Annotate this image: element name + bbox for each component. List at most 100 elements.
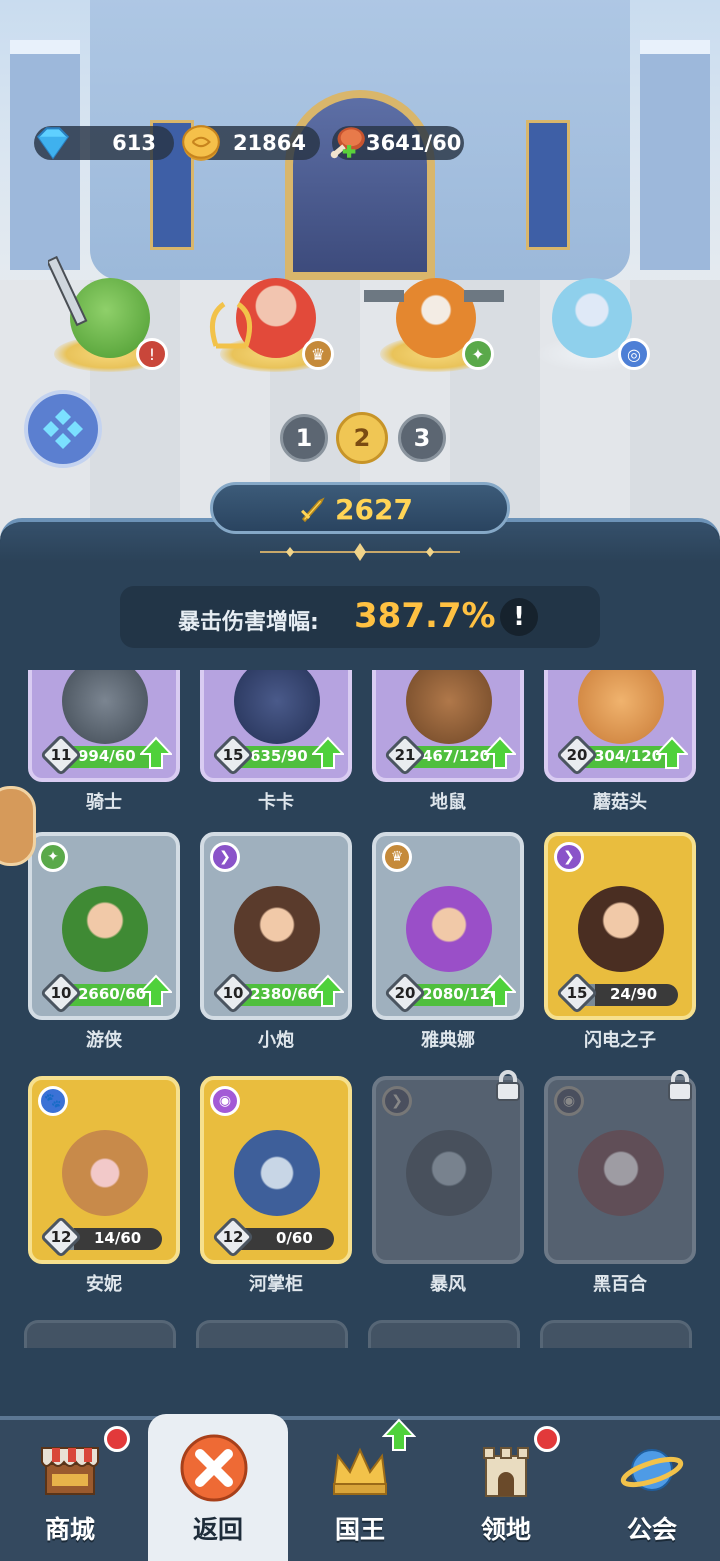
locked-hero-slot[interactable] [540, 1320, 692, 1348]
level-badge: 15 [555, 971, 599, 1015]
hero-card-lightning-son[interactable]: ❯ 24/90 15 闪电之子 [544, 832, 696, 1052]
storm-portrait [406, 1130, 492, 1216]
paw-class-icon: 🐾 [38, 1086, 68, 1116]
formation-button[interactable] [24, 390, 102, 468]
gem-amount: 613 [112, 131, 156, 155]
nav-shop-label: 商城 [44, 1515, 95, 1544]
upgrade-arrow-icon [312, 974, 344, 1007]
upgrade-arrow-icon [312, 736, 344, 769]
ranger-portrait [62, 886, 148, 972]
nav-guild-label: 公会 [626, 1515, 677, 1544]
battle-scene: 613 21864 3641/60 ! ♛ ✦ ◎ 1 2 3 [0, 0, 720, 540]
team-power-plate: 2627 [210, 482, 510, 534]
fragment-count: 635/90 [250, 747, 308, 765]
locked-hero-slot[interactable] [24, 1320, 176, 1348]
fragment-count: 467/120 [422, 747, 491, 765]
knight-portrait [62, 670, 148, 744]
hero-name: 骑士 [86, 792, 122, 813]
planet-icon [620, 1449, 684, 1491]
stamina-counter[interactable]: 3641/60 [330, 126, 464, 160]
mushroom-portrait [578, 670, 664, 744]
lineup-hero-mermaid[interactable]: ♛ [209, 236, 340, 376]
river-keeper-portrait [234, 1130, 320, 1216]
assassin-class-icon: ❯ [554, 842, 584, 872]
hero-card-knight[interactable]: 994/60 11 骑士 [28, 670, 180, 814]
upgrade-arrow-icon [140, 736, 172, 769]
assassin-class-icon: ❯ [382, 1086, 412, 1116]
castle-banner-right [526, 120, 570, 250]
meat-drumstick-icon [330, 127, 365, 159]
nav-king-label: 国王 [334, 1515, 385, 1544]
level-badge: 10 [211, 971, 255, 1015]
diamond-icon [36, 127, 70, 160]
close-x-icon [180, 1434, 248, 1502]
hero-name: 雅典娜 [421, 1030, 475, 1051]
hero-card-athena[interactable]: ♛ 2080/120 20 雅典娜 [372, 832, 524, 1052]
hero-card-gopher[interactable]: 467/120 21 地鼠 [372, 670, 524, 814]
team-tab-2[interactable]: 2 [336, 412, 388, 464]
fragment-count: 2660/60 [78, 985, 147, 1003]
annie-portrait [62, 1130, 148, 1216]
formation-diamond-icon [43, 409, 83, 449]
hero-name: 蘑菇头 [593, 792, 647, 813]
lock-icon [496, 1070, 520, 1101]
side-event-avatar[interactable] [0, 786, 36, 866]
hero-card-ranger[interactable]: ✦ 2660/60 10 游侠 [28, 832, 180, 1052]
hero-card-cannon[interactable]: ❯ 2380/60 10 小炮 [200, 832, 352, 1052]
nav-back[interactable]: 返回 [148, 1414, 288, 1561]
gem-counter[interactable]: 613 [34, 126, 174, 160]
gopher-portrait [406, 670, 492, 744]
crit-damage-value: 387.7% [354, 596, 496, 636]
hero-card-annie[interactable]: 🐾 14/60 12 安妮 [28, 1076, 180, 1296]
nav-territory-label: 领地 [480, 1515, 531, 1544]
lock-icon [668, 1070, 692, 1101]
crit-damage-label: 暴击伤害增幅: [178, 610, 319, 635]
hero-name: 安妮 [86, 1274, 122, 1295]
hero-card-river-keeper[interactable]: ◉ 0/60 12 河掌柜 [200, 1076, 352, 1296]
lineup-hero-raccoon[interactable]: ✦ [364, 236, 504, 376]
info-icon[interactable]: ! [500, 598, 538, 636]
level-badge: 20 [383, 971, 427, 1015]
hero-name: 黑百合 [593, 1274, 647, 1295]
eye-class-icon: ◉ [210, 1086, 240, 1116]
level-badge: 12 [211, 1215, 255, 1259]
ranger-class-icon: ✦ [462, 338, 494, 370]
hero-card-black-lily[interactable]: ◉ 黑百合 [544, 1070, 696, 1296]
level-badge: 11 [39, 733, 83, 777]
upgrade-arrow-icon [382, 1418, 416, 1451]
kaka-portrait [234, 670, 320, 744]
upgrade-arrow-icon [656, 736, 688, 769]
hero-card-mushroom[interactable]: 304/120 20 蘑菇头 [544, 670, 696, 814]
nav-shop[interactable]: 商城 [0, 1420, 140, 1561]
team-tab-3[interactable]: 3 [398, 414, 446, 462]
hero-card-grid: 994/60 11 骑士 635/90 15 卡卡 467/120 21 地鼠 [0, 670, 720, 1350]
nav-guild[interactable]: 公会 [582, 1420, 720, 1561]
level-badge: 20 [555, 733, 599, 777]
level-badge: 10 [39, 971, 83, 1015]
fragment-count: 24/90 [610, 985, 658, 1003]
locked-hero-slot[interactable] [196, 1320, 348, 1348]
gold-amount: 21864 [232, 131, 306, 155]
black-lily-portrait [578, 1130, 664, 1216]
lineup-hero-orc[interactable]: ! [44, 236, 174, 376]
gold-counter[interactable]: 21864 [182, 125, 320, 161]
team-tab-1[interactable]: 1 [280, 414, 328, 462]
power-sword-icon [301, 497, 325, 523]
lineup-hero-ice-mage[interactable]: ◎ [526, 236, 656, 376]
shop-notification-dot [104, 1426, 130, 1452]
nav-territory[interactable]: 领地 [436, 1420, 576, 1561]
panel-ornament [260, 543, 460, 561]
hero-card-storm[interactable]: ❯ 暴风 [372, 1070, 524, 1296]
crit-damage-stat: 暴击伤害增幅: 387.7% ! [120, 586, 600, 648]
support-class-icon: ♛ [302, 338, 334, 370]
shop-stall-icon [41, 1447, 99, 1495]
hero-name: 暴风 [430, 1274, 466, 1295]
nav-king[interactable]: 国王 [290, 1418, 430, 1561]
eye-class-icon: ◉ [554, 1086, 584, 1116]
gun-icon [364, 290, 504, 302]
hero-card-kaka[interactable]: 635/90 15 卡卡 [200, 670, 352, 814]
warrior-class-icon: ! [136, 338, 168, 370]
cannon-portrait [234, 886, 320, 972]
fragment-count: 304/120 [594, 747, 663, 765]
locked-hero-slot[interactable] [368, 1320, 520, 1348]
